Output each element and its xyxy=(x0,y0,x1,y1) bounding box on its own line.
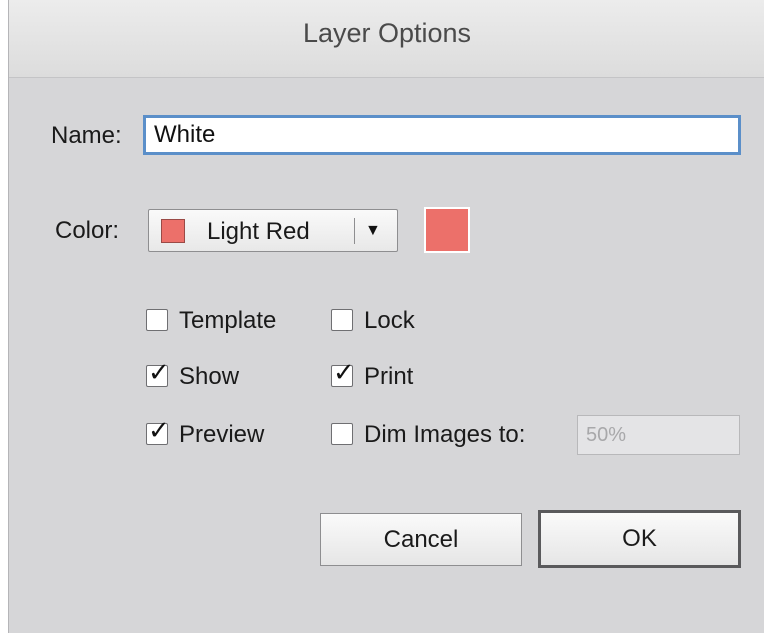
color-swatch-button[interactable] xyxy=(424,207,470,253)
color-dropdown-divider xyxy=(354,218,355,244)
cancel-button[interactable]: Cancel xyxy=(320,513,522,566)
triangle-down-icon: ▼ xyxy=(365,222,381,239)
dialog-titlebar[interactable]: Layer Options xyxy=(9,0,764,78)
lock-label: Lock xyxy=(364,307,415,334)
checkmark-icon: ✓ xyxy=(333,358,355,388)
dim-images-input[interactable] xyxy=(577,415,740,455)
show-label: Show xyxy=(179,363,240,390)
color-dropdown-swatch xyxy=(161,219,185,243)
lock-checkbox[interactable] xyxy=(331,309,353,331)
dim-images-checkbox[interactable] xyxy=(331,423,353,445)
color-dropdown-value: Light Red xyxy=(207,218,310,245)
preview-checkbox[interactable]: ✓ xyxy=(146,418,170,445)
checkmark-icon: ✓ xyxy=(148,416,170,446)
dialog-title: Layer Options xyxy=(302,18,472,48)
print-checkbox[interactable]: ✓ xyxy=(331,360,355,387)
dim-images-label: Dim Images to: xyxy=(364,421,526,448)
ok-button[interactable]: OK xyxy=(538,510,741,568)
template-checkbox[interactable] xyxy=(146,309,168,331)
name-label: Name: xyxy=(51,122,122,149)
layer-options-dialog: Layer Options Name: Color: Light Red ▼ T… xyxy=(8,0,764,633)
color-dropdown[interactable]: Light Red ▼ xyxy=(148,209,398,252)
print-label: Print xyxy=(364,363,414,390)
checkmark-icon: ✓ xyxy=(148,358,170,388)
color-label: Color: xyxy=(55,217,120,244)
template-label: Template xyxy=(179,307,277,334)
preview-label: Preview xyxy=(179,421,265,448)
show-checkbox[interactable]: ✓ xyxy=(146,360,170,387)
name-input[interactable] xyxy=(143,115,741,155)
